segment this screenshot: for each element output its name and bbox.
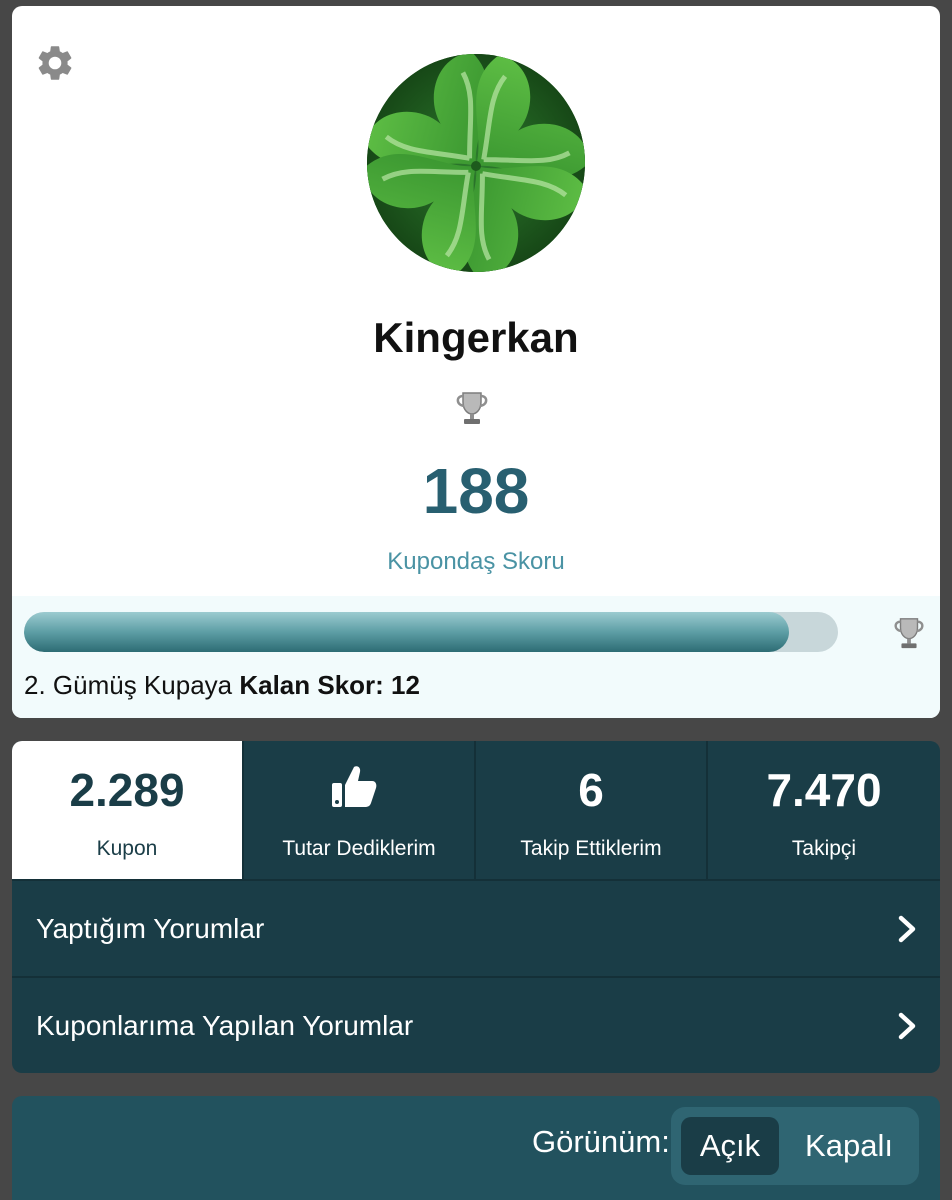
view-toggle-off[interactable]: Kapalı xyxy=(789,1117,909,1175)
stat-label: Tutar Dediklerim xyxy=(282,837,436,860)
menu-item-yaptigim-yorumlar[interactable]: Yaptığım Yorumlar xyxy=(12,879,940,975)
thumbs-up-icon xyxy=(330,763,378,809)
avatar[interactable] xyxy=(367,54,585,272)
menu-item-label: Yaptığım Yorumlar xyxy=(36,913,265,944)
profile-card: Kingerkan 188 Kupondaş Skoru 2. Gümüş Ku… xyxy=(12,6,940,718)
view-label: Görünüm: xyxy=(532,1124,670,1159)
next-trophy-icon xyxy=(890,616,928,650)
view-toggle-bar: Görünüm: Açık Kapalı xyxy=(12,1096,940,1200)
menu-item-label: Kuponlarıma Yapılan Yorumlar xyxy=(36,1010,414,1041)
stat-takipci[interactable]: 7.470 Takipçi xyxy=(708,741,940,879)
stat-value: 6 xyxy=(578,764,604,816)
progress-remaining-score: Kalan Skor: 12 xyxy=(239,670,420,700)
menu-item-kuponlarima-yapilan-yorumlar[interactable]: Kuponlarıma Yapılan Yorumlar xyxy=(12,976,940,1072)
progress-section: 2. Gümüş Kupaya Kalan Skor: 12 xyxy=(12,596,940,718)
stat-value: 7.470 xyxy=(766,764,882,816)
view-toggle: Açık Kapalı xyxy=(671,1107,919,1185)
view-toggle-on[interactable]: Açık xyxy=(681,1117,779,1175)
stats-panel: 2.289 Kupon Tutar Dediklerim 6 Takip Ett… xyxy=(12,741,940,1073)
score-value: 188 xyxy=(422,455,530,527)
settings-gear-icon[interactable] xyxy=(34,42,76,84)
username: Kingerkan xyxy=(373,314,579,361)
stat-kupon[interactable]: 2.289 Kupon xyxy=(12,741,244,879)
score-progress-bar xyxy=(24,612,838,652)
score-label: Kupondaş Skoru xyxy=(387,548,565,575)
stat-takip-ettiklerim[interactable]: 6 Takip Ettiklerim xyxy=(476,741,708,879)
stats-row: 2.289 Kupon Tutar Dediklerim 6 Takip Ett… xyxy=(12,741,940,879)
progress-prefix: 2. Gümüş Kupaya xyxy=(24,670,240,700)
stat-tutar-dediklerim[interactable]: Tutar Dediklerim xyxy=(244,741,476,879)
chevron-right-icon xyxy=(896,1012,918,1040)
stat-value: 2.289 xyxy=(69,764,185,816)
chevron-right-icon xyxy=(896,915,918,943)
stat-label: Takipçi xyxy=(791,837,857,860)
silver-trophy-icon xyxy=(453,390,491,426)
score-progress-fill xyxy=(24,612,790,652)
stat-label: Takip Ettiklerim xyxy=(520,837,662,860)
stat-label: Kupon xyxy=(96,837,158,860)
progress-remaining-text: 2. Gümüş Kupaya Kalan Skor: 12 xyxy=(24,670,420,701)
